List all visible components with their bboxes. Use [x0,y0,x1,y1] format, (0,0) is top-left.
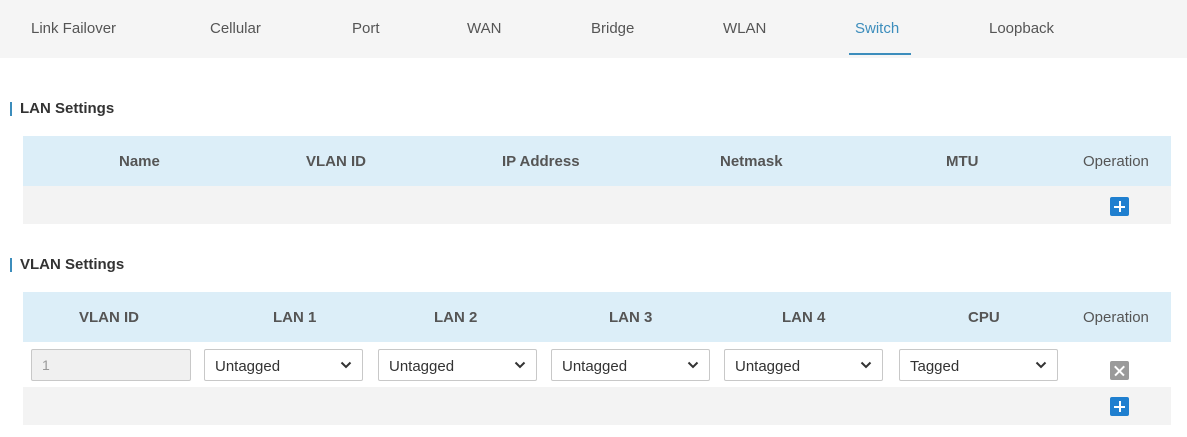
vlan-delete-button[interactable] [1110,361,1129,380]
vlan-id-field[interactable] [31,349,191,381]
lan4-value: Untagged [735,358,801,375]
chevron-down-icon [687,361,699,369]
tab-bridge[interactable]: Bridge [591,20,634,37]
lan-add-button[interactable] [1110,197,1129,216]
column-header-name: Name [119,153,160,170]
tab-port[interactable]: Port [352,20,380,37]
column-header-cpu: CPU [968,309,1000,326]
vlan-add-button[interactable] [1110,397,1129,416]
lan1-value: Untagged [215,358,281,375]
column-header-lan2: LAN 2 [434,309,478,326]
chevron-down-icon [1035,361,1047,369]
lan-table-header: Name VLAN ID IP Address Netmask MTU Oper… [23,136,1171,186]
lan-settings-title: LAN Settings [10,101,114,116]
tab-switch[interactable]: Switch [855,20,899,37]
tab-wlan[interactable]: WLAN [723,20,766,37]
lan3-value: Untagged [562,358,628,375]
column-header-vlan-id: VLAN ID [306,153,366,170]
chevron-down-icon [860,361,872,369]
column-header-operation: Operation [1083,153,1149,170]
lan-table-add-row [23,186,1171,224]
tab-wan[interactable]: WAN [467,20,501,37]
column-header-lan1: LAN 1 [273,309,317,326]
column-header-vlan-id: VLAN ID [79,309,139,326]
active-tab-indicator [849,53,911,55]
tab-cellular[interactable]: Cellular [210,20,261,37]
column-header-operation: Operation [1083,309,1149,326]
lan2-select[interactable]: Untagged [378,349,537,381]
tab-loopback[interactable]: Loopback [989,20,1054,37]
chevron-down-icon [340,361,352,369]
cpu-select[interactable]: Tagged [899,349,1058,381]
vlan-settings-title: VLAN Settings [10,257,124,272]
column-header-lan4: LAN 4 [782,309,826,326]
tab-bar: Link Failover Cellular Port WAN Bridge W… [0,0,1187,58]
column-header-mtu: MTU [946,153,979,170]
lan2-value: Untagged [389,358,455,375]
vlan-table-header: VLAN ID LAN 1 LAN 2 LAN 3 LAN 4 CPU Oper… [23,292,1171,342]
column-header-netmask: Netmask [720,153,783,170]
chevron-down-icon [514,361,526,369]
vlan-table-add-row [23,387,1171,425]
tab-link-failover[interactable]: Link Failover [31,20,116,37]
lan4-select[interactable]: Untagged [724,349,883,381]
column-header-ip-address: IP Address [502,153,580,170]
lan1-select[interactable]: Untagged [204,349,363,381]
lan3-select[interactable]: Untagged [551,349,710,381]
cpu-value: Tagged [910,358,960,375]
column-header-lan3: LAN 3 [609,309,653,326]
